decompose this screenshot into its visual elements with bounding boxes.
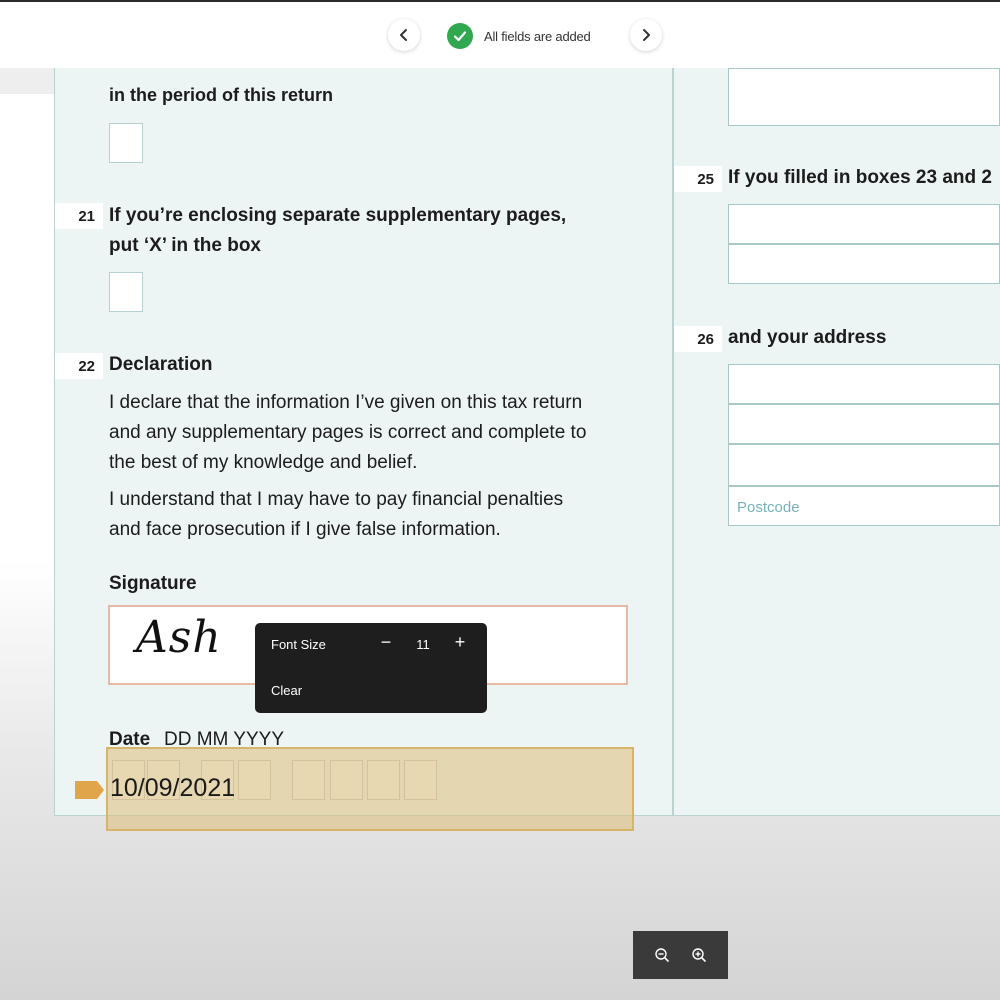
declaration-line: I declare that the information I’ve give…: [109, 392, 583, 413]
q26-text: and your address: [728, 327, 887, 348]
zoom-out-icon: [655, 948, 669, 962]
q21-checkbox[interactable]: [109, 272, 143, 312]
declaration-line: and any supplementary pages is correct a…: [109, 422, 587, 443]
font-size-decrease-button[interactable]: −: [377, 632, 395, 656]
zoom-in-icon: [692, 948, 707, 962]
chevron-left-icon: [400, 29, 407, 41]
q21-text-line1: If you’re enclosing separate supplementa…: [109, 205, 567, 226]
zoom-in-button[interactable]: [687, 943, 711, 967]
fields-status: All fields are added: [447, 23, 591, 49]
declaration-line: and face prosecution if I give false inf…: [109, 519, 501, 540]
field-tag-icon: [75, 781, 104, 799]
q22-number: 22: [55, 353, 103, 379]
q24-field[interactable]: [728, 68, 1000, 126]
q26-number: 26: [674, 326, 722, 352]
zoom-out-button[interactable]: [650, 943, 674, 967]
previous-field-button[interactable]: [388, 19, 420, 51]
postcode-field[interactable]: Postcode: [728, 486, 1000, 526]
postcode-placeholder: Postcode: [737, 499, 800, 516]
q25-text: If you filled in boxes 23 and 2: [728, 167, 992, 188]
signature-label: Signature: [109, 573, 197, 594]
check-icon: [447, 23, 473, 49]
q20-checkbox[interactable]: [109, 123, 143, 163]
font-size-value: 11: [416, 637, 430, 652]
zoom-controls: [633, 931, 728, 979]
address-line1-field[interactable]: [728, 364, 1000, 404]
chevron-right-icon: [643, 29, 650, 41]
next-field-button[interactable]: [630, 19, 662, 51]
signature-value: Ash: [136, 612, 222, 663]
q21-number: 21: [55, 203, 103, 229]
declaration-line: the best of my knowledge and belief.: [109, 452, 418, 473]
font-size-increase-button[interactable]: +: [451, 632, 469, 656]
declaration-title: Declaration: [109, 354, 213, 375]
address-line3-field[interactable]: [728, 444, 1000, 486]
q25-field-line2[interactable]: [728, 244, 1000, 284]
font-size-label: Font Size: [271, 637, 326, 652]
q20-text: in the period of this return: [109, 85, 333, 105]
font-size-popup: Font Size − 11 + Clear: [255, 623, 487, 713]
clear-button[interactable]: Clear: [271, 683, 302, 698]
address-line2-field[interactable]: [728, 404, 1000, 444]
status-text: All fields are added: [484, 28, 591, 44]
q25-field-line1[interactable]: [728, 204, 1000, 244]
date-value: 10/09/2021: [110, 774, 236, 802]
q21-text-line2: put ‘X’ in the box: [109, 235, 261, 256]
top-toolbar: All fields are added: [0, 2, 1000, 68]
declaration-line: I understand that I may have to pay fina…: [109, 489, 564, 510]
q25-number: 25: [674, 166, 722, 192]
